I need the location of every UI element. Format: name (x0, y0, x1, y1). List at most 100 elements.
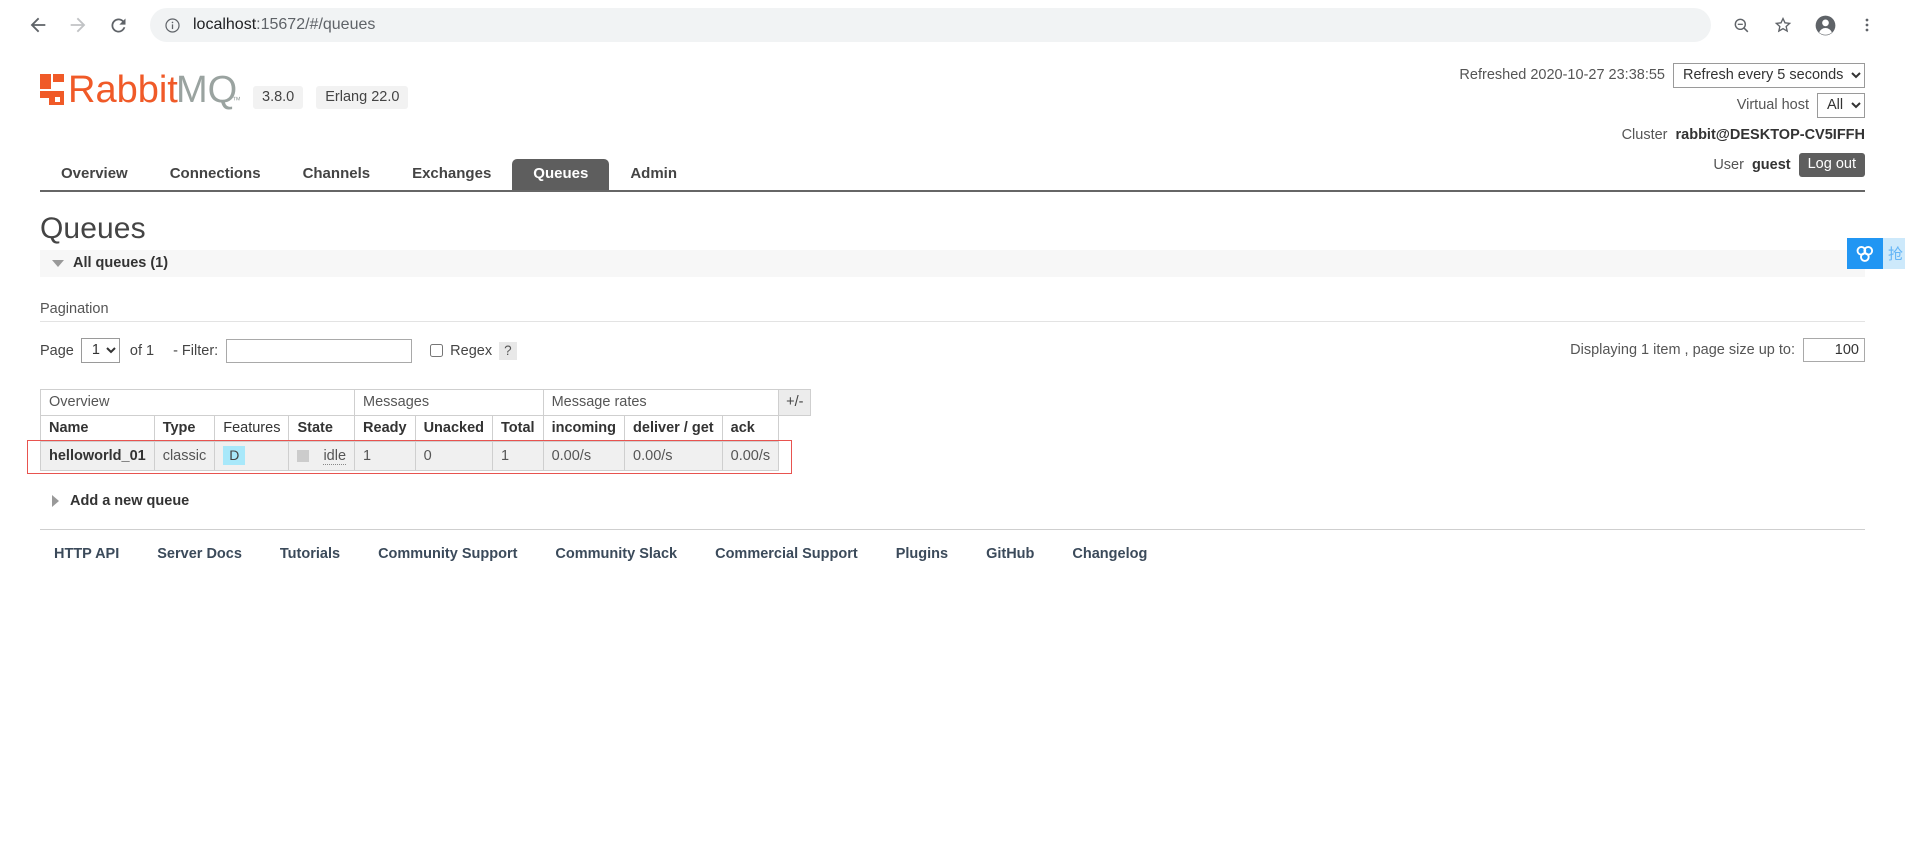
browser-toolbar: localhost:15672/#/queues (0, 0, 1905, 50)
messages-unacked-value: 0 (423, 447, 432, 464)
footer-link-changelog[interactable]: Changelog (1053, 546, 1166, 562)
footer-link-server-docs[interactable]: Server Docs (138, 546, 261, 562)
tab-admin[interactable]: Admin (609, 159, 698, 190)
header-right-panel: Refreshed 2020-10-27 23:38:55 Refresh ev… (1459, 62, 1865, 178)
footer-link-github[interactable]: GitHub (967, 546, 1053, 562)
cell-rate-ack: 0.00/s (721, 441, 780, 471)
refresh-interval-select[interactable]: Refresh every 5 seconds (1673, 62, 1865, 88)
group-header-message-rates: Message rates (542, 389, 780, 416)
svg-text:Rabbit: Rabbit (68, 69, 178, 111)
queue-state-label[interactable]: idle (323, 447, 347, 465)
regex-option: Regex ? (430, 341, 517, 360)
regex-checkbox[interactable] (430, 344, 444, 357)
column-header-ack[interactable]: ack (721, 415, 780, 442)
vhost-select[interactable]: All (1817, 92, 1865, 118)
url-path: :15672/#/queues (256, 16, 376, 33)
cluster-label: Cluster (1621, 127, 1668, 143)
rabbitmq-management-page: Rabbit MQ ™ 3.8.0 Erlang 22.0 Refreshed … (0, 50, 1905, 864)
column-header-ready[interactable]: Ready (354, 415, 416, 442)
regex-help-icon[interactable]: ? (499, 341, 517, 360)
footer-link-community-support[interactable]: Community Support (359, 546, 536, 562)
tab-label: Connections (169, 165, 261, 182)
durable-feature-badge[interactable]: D (223, 446, 246, 465)
refresh-row: Refreshed 2020-10-27 23:38:55 Refresh ev… (1459, 62, 1865, 88)
tab-channels[interactable]: Channels (282, 159, 392, 190)
column-header-unacked[interactable]: Unacked (414, 415, 494, 442)
queue-name-link[interactable]: helloworld_01 (49, 448, 146, 464)
vhost-row: Virtual host All (1459, 92, 1865, 118)
column-header-name[interactable]: Name (40, 415, 155, 442)
footer-link-tutorials[interactable]: Tutorials (261, 546, 359, 562)
version-badge: 3.8.0 (253, 85, 304, 109)
footer-link-http-api[interactable]: HTTP API (40, 546, 138, 562)
page-size-input[interactable] (1803, 338, 1865, 362)
tab-overview[interactable]: Overview (40, 159, 149, 190)
cell-queue-state: idle (288, 441, 356, 471)
chevron-down-icon (52, 259, 64, 267)
add-new-queue-section[interactable]: Add a new queue (40, 493, 1865, 509)
bookmark-button[interactable] (1763, 5, 1803, 45)
footer-link-community-slack[interactable]: Community Slack (536, 546, 696, 562)
tab-label: Overview (61, 165, 128, 182)
info-circle-icon[interactable] (164, 17, 181, 34)
rabbitmq-logo-icon[interactable]: Rabbit MQ ™ (40, 66, 241, 115)
svg-text:MQ: MQ (176, 69, 237, 111)
tab-label: Exchanges (412, 165, 492, 182)
column-header-type[interactable]: Type (153, 415, 216, 442)
displaying-info: Displaying 1 item , page size up to: (1570, 338, 1865, 362)
back-button[interactable] (18, 5, 58, 45)
address-bar[interactable]: localhost:15672/#/queues (150, 8, 1711, 42)
rate-ack-value: 0.00/s (730, 447, 771, 464)
browser-menu-button[interactable] (1847, 5, 1887, 45)
column-header-deliver-get[interactable]: deliver / get (624, 415, 723, 442)
cluster-row: Cluster rabbit@DESKTOP-CV5IFFH (1459, 122, 1865, 148)
toggle-columns-button[interactable]: +/- (779, 389, 812, 416)
url-host: localhost (193, 16, 257, 33)
reload-button[interactable] (98, 5, 138, 45)
column-header-label: ack (730, 420, 755, 436)
pagination-section: Pagination Page 1 of 1 - Filter: Regex ?… (40, 301, 1865, 363)
column-header-total[interactable]: Total (492, 415, 544, 442)
vhost-label: Virtual host (1736, 97, 1809, 113)
chevron-right-icon (52, 495, 59, 507)
regex-label: Regex (450, 342, 493, 359)
footer-link-plugins[interactable]: Plugins (877, 546, 967, 562)
tab-exchanges[interactable]: Exchanges (391, 159, 512, 190)
add-new-queue-label: Add a new queue (70, 493, 190, 509)
forward-button[interactable] (58, 5, 98, 45)
cluster-name: rabbit@DESKTOP-CV5IFFH (1675, 127, 1866, 143)
profile-button[interactable] (1805, 5, 1845, 45)
cell-rate-deliver-get: 0.00/s (624, 441, 723, 471)
footer-link-commercial-support[interactable]: Commercial Support (696, 546, 877, 562)
cell-queue-features: D (214, 441, 290, 471)
cell-queue-type: classic (153, 441, 216, 471)
extension-badge-label[interactable]: 抢 (1883, 238, 1905, 269)
cell-messages-ready: 1 (354, 441, 416, 471)
displaying-label: Displaying 1 item , page size up to: (1570, 342, 1795, 358)
messages-ready-value: 1 (363, 447, 372, 464)
column-header-features: Features (214, 415, 290, 442)
cell-messages-unacked: 0 (414, 441, 494, 471)
url-text: localhost:15672/#/queues (193, 16, 375, 34)
pagination-label: Pagination (40, 301, 1865, 322)
page-number-select[interactable]: 1 (80, 338, 120, 363)
column-header-label: Total (501, 420, 535, 436)
baidu-cloud-share-icon[interactable] (1847, 238, 1883, 269)
column-header-label: Type (162, 420, 196, 436)
log-out-button[interactable]: Log out (1798, 153, 1865, 177)
tab-queues[interactable]: Queues (512, 159, 610, 190)
star-icon (1773, 15, 1793, 35)
column-header-label: incoming (551, 420, 617, 436)
column-header-state[interactable]: State (288, 415, 356, 442)
cell-rate-incoming: 0.00/s (542, 441, 626, 471)
zoom-button[interactable] (1721, 5, 1761, 45)
tab-connections[interactable]: Connections (149, 159, 282, 190)
account-avatar-icon (1814, 14, 1837, 37)
group-header-messages: Messages (354, 389, 544, 416)
section-header-all-queues[interactable]: All queues (1) (40, 250, 1865, 277)
table-row[interactable]: helloworld_01 classic Didle 1 0 1 0.00/s 0.00/s… (40, 441, 780, 471)
column-header-incoming[interactable]: incoming (542, 415, 626, 442)
filter-input[interactable] (226, 338, 413, 363)
column-header-label: deliver / get (633, 420, 714, 436)
cell-messages-total: 1 (492, 441, 544, 471)
